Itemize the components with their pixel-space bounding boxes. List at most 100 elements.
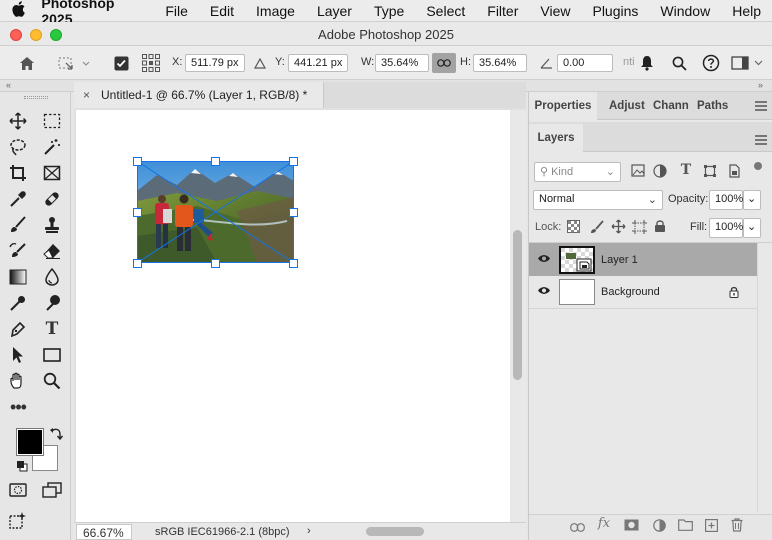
background-thumbnail[interactable]	[559, 279, 595, 305]
lock-icon[interactable]	[729, 286, 739, 301]
document-info[interactable]: sRGB IEC61966-2.1 (8bpc)	[155, 526, 290, 538]
lasso-tool-icon[interactable]	[5, 135, 31, 159]
transform-handle[interactable]	[289, 157, 298, 166]
transform-handle[interactable]	[289, 208, 298, 217]
menu-select[interactable]: Select	[415, 3, 476, 19]
blur-tool-icon[interactable]	[39, 265, 65, 289]
filter-smart-objects-icon[interactable]	[727, 164, 741, 181]
fill-dropdown-arrow[interactable]: ⌄	[743, 218, 761, 238]
link-icon[interactable]	[432, 53, 456, 73]
brush-tool-icon[interactable]	[5, 213, 31, 237]
menu-filter[interactable]: Filter	[476, 3, 529, 19]
swap-colors-icon[interactable]	[49, 427, 64, 441]
home-icon[interactable]	[14, 54, 40, 72]
show-transform-controls-checkbox[interactable]	[112, 54, 130, 72]
menu-help[interactable]: Help	[721, 3, 772, 19]
tab-layers[interactable]: Layers	[529, 124, 583, 152]
menu-edit[interactable]: Edit	[199, 3, 245, 19]
layer-style-fx-icon[interactable]: fx	[595, 516, 613, 531]
crop-tool-icon[interactable]	[5, 161, 31, 185]
transform-tool-preset-icon[interactable]	[54, 54, 94, 72]
background-layer-name[interactable]: Background	[601, 286, 660, 298]
filter-pixel-layers-icon[interactable]	[631, 164, 645, 180]
menu-file[interactable]: File	[154, 3, 199, 19]
new-adjustment-layer-icon[interactable]	[651, 519, 667, 535]
close-document-icon[interactable]: ×	[83, 88, 90, 102]
layers-scrollbar[interactable]	[757, 243, 772, 513]
frame-tool-icon[interactable]	[39, 161, 65, 185]
fill-field[interactable]: 100%	[709, 218, 743, 238]
rotation-angle-field[interactable]: 0.00	[557, 54, 613, 72]
x-position-field[interactable]: 511.79 px	[185, 54, 245, 72]
layer-1-thumbnail[interactable]	[559, 245, 595, 274]
quick-mask-icon[interactable]	[5, 478, 31, 502]
move-tool-icon[interactable]	[5, 109, 31, 133]
help-icon[interactable]	[701, 54, 721, 72]
hand-tool-icon[interactable]	[5, 369, 31, 393]
filter-adjustment-layers-icon[interactable]	[653, 164, 667, 181]
lock-all-icon[interactable]	[653, 219, 667, 236]
spot-healing-brush-icon[interactable]	[39, 187, 65, 211]
visibility-eye-icon[interactable]	[529, 286, 559, 298]
tab-paths[interactable]: Paths	[697, 92, 733, 120]
tab-properties[interactable]: Properties	[529, 92, 597, 120]
zoom-level-field[interactable]: 66.67%	[76, 524, 132, 540]
filter-type-layers-icon[interactable]: T	[679, 162, 693, 178]
dodge-tool-icon[interactable]	[5, 291, 31, 315]
transform-handle[interactable]	[133, 208, 142, 217]
search-icon[interactable]	[670, 54, 688, 72]
type-tool-icon[interactable]: T	[39, 317, 65, 341]
menu-view[interactable]: View	[529, 3, 581, 19]
transform-handle[interactable]	[289, 259, 298, 268]
layer-1-name[interactable]: Layer 1	[601, 254, 638, 266]
filter-toggle-switch[interactable]	[754, 162, 762, 170]
blend-mode-dropdown[interactable]: Normal ⌄	[533, 190, 663, 210]
eyedropper-tool-icon[interactable]	[5, 187, 31, 211]
document-tab[interactable]: × Untitled-1 @ 66.7% (Layer 1, RGB/8) *	[74, 82, 324, 108]
menu-window[interactable]: Window	[649, 3, 721, 19]
menu-plugins[interactable]: Plugins	[581, 3, 649, 19]
rectangular-marquee-tool-icon[interactable]	[39, 109, 65, 133]
lock-artboard-icon[interactable]	[631, 220, 647, 237]
menu-layer[interactable]: Layer	[306, 3, 363, 19]
lock-image-pixels-icon[interactable]	[590, 220, 604, 237]
transform-handle[interactable]	[133, 157, 142, 166]
tab-channels[interactable]: Channels	[653, 92, 689, 120]
width-field[interactable]: 35.64%	[375, 54, 429, 72]
collapse-panels-icon[interactable]: »	[758, 80, 763, 90]
layer-filter-kind-dropdown[interactable]: ⚲ Kind ⌄	[534, 162, 621, 182]
pen-tool-icon[interactable]	[5, 317, 31, 341]
history-brush-tool-icon[interactable]	[5, 239, 31, 263]
screen-mode-icon[interactable]	[39, 478, 65, 502]
rectangle-tool-icon[interactable]	[39, 343, 65, 367]
default-colors-icon[interactable]	[16, 460, 28, 472]
apple-icon[interactable]	[0, 0, 37, 21]
toolbar-grip[interactable]	[24, 96, 48, 99]
lock-transparent-pixels-icon[interactable]	[566, 220, 580, 236]
horizontal-scroll-thumb[interactable]	[366, 527, 424, 536]
layers-panel-menu-icon[interactable]	[755, 134, 767, 148]
gradient-tool-icon[interactable]	[5, 265, 31, 289]
sponge-tool-icon[interactable]	[39, 291, 65, 315]
workspace-switcher-icon[interactable]	[730, 54, 766, 72]
vertical-scrollbar[interactable]	[510, 110, 526, 522]
clone-stamp-tool-icon[interactable]	[39, 213, 65, 237]
menu-image[interactable]: Image	[245, 3, 306, 19]
delta-icon[interactable]	[252, 54, 268, 72]
delete-layer-icon[interactable]	[729, 518, 745, 535]
magic-wand-tool-icon[interactable]	[39, 135, 65, 159]
opacity-field[interactable]: 100%	[709, 190, 743, 210]
layer-row-layer-1[interactable]: Layer 1	[529, 243, 757, 276]
layer-row-background[interactable]: Background	[529, 276, 757, 309]
generative-fill-icon[interactable]	[5, 508, 31, 532]
path-selection-tool-icon[interactable]	[5, 343, 31, 367]
bell-icon[interactable]	[638, 54, 656, 72]
zoom-tool-icon[interactable]	[39, 369, 65, 393]
new-layer-icon[interactable]	[703, 519, 719, 535]
add-mask-icon[interactable]	[623, 519, 639, 534]
lock-position-icon[interactable]	[610, 219, 626, 237]
vertical-scroll-thumb[interactable]	[513, 230, 522, 380]
height-field[interactable]: 35.64%	[473, 54, 527, 72]
transform-handle[interactable]	[211, 259, 220, 268]
edit-toolbar-icon[interactable]: •••	[5, 395, 31, 419]
